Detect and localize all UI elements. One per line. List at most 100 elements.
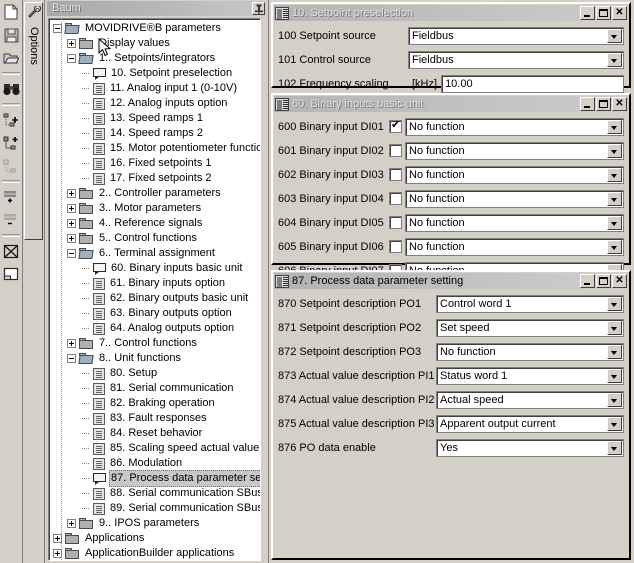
chevron-down-icon[interactable] [607, 215, 622, 230]
parameter-checkbox[interactable] [389, 216, 402, 229]
tree-node[interactable]: Display values [49, 36, 260, 51]
parameter-dropdown[interactable]: No function [405, 189, 624, 208]
tree-node[interactable]: 14. Speed ramps 2 [49, 126, 260, 141]
add-branch-icon[interactable] [0, 132, 22, 154]
tree-node-selected[interactable]: 87. Process data parameter settin [49, 470, 260, 487]
new-document-icon[interactable] [0, 1, 22, 23]
parameter-dropdown[interactable]: Control word 1 [436, 294, 624, 313]
tree-node[interactable]: 4.. Reference signals [49, 216, 260, 231]
tree-node[interactable]: 17. Fixed setpoints 2 [49, 171, 260, 186]
win-setpoint-preselection[interactable]: 10. Setpoint preselection ✕ 100 Setpoint s… [271, 2, 631, 93]
tree-node[interactable]: 85. Scaling speed actual value [49, 441, 260, 456]
parameter-dropdown[interactable]: Status word 1 [436, 366, 624, 385]
collapse-icon[interactable] [53, 24, 62, 33]
tree-node[interactable]: 3.. Motor parameters [49, 201, 260, 216]
expand-icon[interactable] [53, 534, 62, 543]
expand-icon[interactable] [67, 189, 76, 198]
chevron-down-icon[interactable] [607, 296, 622, 311]
parameter-dropdown[interactable]: No function [405, 213, 624, 232]
tree-node[interactable]: 64. Analog outputs option [49, 321, 260, 336]
expand-icon[interactable] [67, 204, 76, 213]
tab-options[interactable]: Options [24, 2, 43, 240]
collapse-icon[interactable] [67, 249, 76, 258]
binoculars-find-icon[interactable] [0, 78, 22, 100]
tree-node[interactable]: 84. Reset behavior [49, 426, 260, 441]
close-button[interactable]: ✕ [612, 274, 627, 288]
parameter-dropdown[interactable]: No function [405, 237, 624, 256]
tree-node[interactable]: 62. Binary outputs basic unit [49, 291, 260, 306]
close-button[interactable]: ✕ [612, 6, 627, 20]
parameter-dropdown[interactable]: Set speed [436, 318, 624, 337]
tree-node[interactable]: 2.. Controller parameters [49, 186, 260, 201]
chevron-down-icon[interactable] [607, 440, 622, 455]
tree-node[interactable]: MOVIDRIVE®B parameters [49, 21, 260, 36]
tree-node[interactable]: 81. Serial communication [49, 381, 260, 396]
chevron-down-icon[interactable] [607, 239, 622, 254]
parameter-dropdown[interactable]: Apparent output current [436, 414, 624, 433]
window-titlebar[interactable]: 87. Process data parameter setting ✕ [274, 273, 628, 289]
expand-icon[interactable] [67, 234, 76, 243]
parameter-dropdown[interactable]: Yes [436, 438, 624, 457]
tree-node[interactable]: 9.. IPOS parameters [49, 516, 260, 531]
window-icon[interactable] [0, 263, 22, 285]
pin-icon[interactable] [252, 2, 265, 15]
chevron-down-icon[interactable] [607, 392, 622, 407]
tree-node[interactable]: 63. Binary outputs option [49, 306, 260, 321]
tree-node[interactable]: 13. Speed ramps 1 [49, 111, 260, 126]
window-system-icon[interactable] [275, 6, 289, 20]
chevron-down-icon[interactable] [607, 28, 622, 43]
window-system-icon[interactable] [275, 274, 289, 288]
parameter-checkbox[interactable] [389, 240, 402, 253]
tree-node[interactable]: 8.. Unit functions [49, 351, 260, 366]
list-remove-icon[interactable] [0, 209, 22, 231]
tree-node[interactable]: 12. Analog inputs option [49, 96, 260, 111]
tree-node[interactable]: 80. Setup [49, 366, 260, 381]
window-system-icon[interactable] [275, 97, 289, 111]
chevron-down-icon[interactable] [607, 320, 622, 335]
copy-node-icon[interactable] [0, 155, 22, 177]
tree-node[interactable]: 7.. Control functions [49, 336, 260, 351]
tree-node[interactable]: 15. Motor potentiometer function [49, 141, 260, 156]
chevron-down-icon[interactable] [607, 143, 622, 158]
tree-node[interactable]: 88. Serial communication SBus 1 [49, 486, 260, 501]
parameter-dropdown[interactable]: No function [405, 165, 624, 184]
list-add-icon[interactable] [0, 186, 22, 208]
tree-vertical-scrollbar[interactable] [262, 18, 265, 561]
chevron-down-icon[interactable] [607, 416, 622, 431]
maximize-button[interactable] [596, 274, 611, 288]
window-titlebar[interactable]: 10. Setpoint preselection ✕ [274, 5, 628, 21]
parameter-textbox[interactable]: 10.00 [441, 74, 624, 93]
win-process-data-parameter-setting[interactable]: 87. Process data parameter setting ✕ 870 S… [271, 270, 631, 560]
close-button[interactable]: ✕ [612, 97, 627, 111]
tree-node[interactable]: 6.. Terminal assignment [49, 246, 260, 261]
parameter-checkbox[interactable] [389, 192, 402, 205]
tree-node[interactable]: 61. Binary inputs option [49, 276, 260, 291]
maximize-button[interactable] [596, 97, 611, 111]
collapse-icon[interactable] [67, 54, 76, 63]
tree-node[interactable]: 10. Setpoint preselection [49, 66, 260, 81]
chevron-down-icon[interactable] [607, 119, 622, 134]
save-icon[interactable] [0, 24, 22, 46]
minimize-button[interactable] [580, 274, 595, 288]
tree-node[interactable]: Applications [49, 531, 260, 546]
expand-icon[interactable] [53, 549, 62, 558]
win-binary-inputs-basic-unit[interactable]: 60. Binary inputs basic unit ✕ 600 Binary … [271, 93, 631, 280]
tree-node[interactable]: 89. Serial communication SBus 2 [49, 501, 260, 516]
tree-node[interactable]: 60. Binary inputs basic unit [49, 261, 260, 276]
parameter-dropdown[interactable]: No function [436, 342, 624, 361]
window-titlebar[interactable]: 60. Binary inputs basic unit ✕ [274, 96, 628, 112]
chevron-down-icon[interactable] [607, 368, 622, 383]
parameter-checkbox[interactable] [389, 168, 402, 181]
minimize-button[interactable] [580, 6, 595, 20]
delete-cross-icon[interactable] [0, 240, 22, 262]
tree-node[interactable]: 11. Analog input 1 (0-10V) [49, 81, 260, 96]
expand-icon[interactable] [67, 39, 76, 48]
expand-icon[interactable] [67, 219, 76, 228]
tree-node[interactable]: 82. Braking operation [49, 396, 260, 411]
minimize-button[interactable] [580, 97, 595, 111]
parameter-checkbox[interactable] [389, 144, 402, 157]
parameter-dropdown[interactable]: Fieldbus [408, 26, 624, 45]
parameter-dropdown[interactable]: Actual speed [436, 390, 624, 409]
chevron-down-icon[interactable] [607, 344, 622, 359]
parameter-dropdown[interactable]: No function [405, 117, 624, 136]
